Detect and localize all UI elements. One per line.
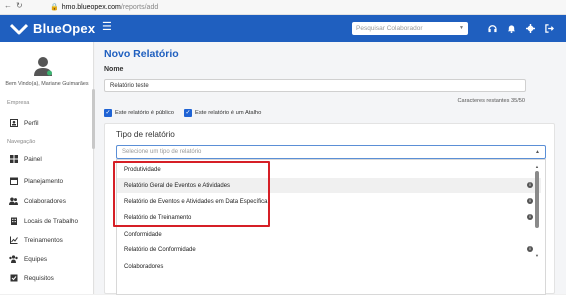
info-icon[interactable]: i xyxy=(527,214,533,220)
dashboard-icon xyxy=(9,155,18,164)
dropdown-scrollbar[interactable] xyxy=(535,171,539,228)
chevron-up-icon: ▲ xyxy=(535,149,540,155)
section-empresa: Empresa xyxy=(7,100,30,106)
lock-icon: 🔒 xyxy=(50,4,59,11)
brand-logo[interactable]: BlueOpex xyxy=(9,20,96,37)
gear-icon[interactable] xyxy=(525,22,535,34)
url-path: /reports/add xyxy=(120,3,159,11)
sidebar-item-treinamentos[interactable]: Treinamentos xyxy=(9,235,63,245)
sidebar-item-locais[interactable]: Locais de Trabalho xyxy=(9,216,78,226)
shortcut-checkbox-label: Este relatório é um Atalho xyxy=(195,110,262,116)
sidebar-item-planejamento[interactable]: Planejamento xyxy=(9,176,63,186)
chars-remaining: Caracteres restantes 35/50 xyxy=(457,98,525,104)
shortcut-checkbox[interactable]: ✓ Este relatório é um Atalho xyxy=(184,109,261,117)
report-type-title: Tipo de relatório xyxy=(116,130,175,139)
sidebar-item-label: Equipes xyxy=(24,255,48,263)
logout-icon[interactable] xyxy=(544,22,554,34)
bell-icon[interactable] xyxy=(506,22,516,34)
profile-icon xyxy=(9,119,18,128)
dropdown-group-conformidade: Conformidade xyxy=(117,227,541,242)
logo-icon xyxy=(9,22,29,36)
sidebar-item-label: Painel xyxy=(24,155,42,163)
search-collaborator-select[interactable]: Pesquisar Colaborador ▼ xyxy=(352,22,468,35)
name-input[interactable]: Relatório teste xyxy=(104,79,526,92)
sidebar-item-label: Colaboradores xyxy=(24,197,66,205)
sidebar-item-label: Planejamento xyxy=(24,177,64,185)
welcome-text: Bem Vindo(a), Mariane Guimarães xyxy=(5,81,89,87)
building-icon xyxy=(9,217,18,226)
dropdown-scroll-down-icon[interactable]: ▼ xyxy=(535,253,539,258)
sidebar-item-painel[interactable]: Painel xyxy=(9,154,42,164)
sidebar-item-label: Locais de Trabalho xyxy=(24,217,79,225)
check-icon: ✓ xyxy=(184,109,192,117)
check-icon: ✓ xyxy=(104,109,112,117)
report-type-select[interactable]: Selecione um tipo de relatório ▲ xyxy=(116,145,546,159)
option-label: Colaboradores xyxy=(124,263,164,270)
checklist-icon xyxy=(9,274,18,283)
search-placeholder: Pesquisar Colaborador xyxy=(356,25,423,32)
page-title: Novo Relatório xyxy=(104,48,179,60)
browser-window: ← ↻ 🔒 hmo.blueopex.com/reports/add BlueO… xyxy=(0,0,566,295)
topbar-icons xyxy=(487,22,554,34)
sidebar-item-requisitos[interactable]: Requisitos xyxy=(9,273,54,283)
name-input-value: Relatório teste xyxy=(110,82,149,89)
sidebar-item-label: Requisitos xyxy=(24,274,54,282)
back-icon[interactable]: ← xyxy=(4,1,12,10)
public-checkbox[interactable]: ✓ Este relatório é público xyxy=(104,109,174,117)
browser-url-bar: ← ↻ 🔒 hmo.blueopex.com/reports/add xyxy=(0,0,566,15)
report-type-placeholder: Selecione um tipo de relatório xyxy=(122,149,202,155)
dropdown-group-colaboradores: Colaboradores xyxy=(117,259,541,274)
dropdown-option-conformidade[interactable]: Relatório de Conformidade i xyxy=(117,242,541,257)
info-icon[interactable]: i xyxy=(527,198,533,204)
sidebar-item-perfil[interactable]: Perfil xyxy=(9,118,39,128)
chart-icon xyxy=(9,236,18,245)
public-checkbox-label: Este relatório é público xyxy=(115,110,174,116)
sidebar-item-label: Treinamentos xyxy=(24,236,63,244)
calendar-icon xyxy=(9,177,18,186)
users-icon xyxy=(9,197,18,206)
url-host: hmo.blueopex.com xyxy=(61,3,121,11)
avatar[interactable] xyxy=(32,55,54,77)
browser-nav-buttons: ← ↻ xyxy=(4,1,23,10)
info-icon[interactable]: i xyxy=(527,182,533,188)
info-icon[interactable]: i xyxy=(527,246,533,252)
app-topbar: BlueOpex ☰ Pesquisar Colaborador ▼ xyxy=(0,15,566,42)
refresh-icon[interactable]: ↻ xyxy=(16,1,23,10)
chevron-down-icon: ▼ xyxy=(459,25,464,31)
headset-icon[interactable] xyxy=(487,22,497,34)
brand-name: BlueOpex xyxy=(33,21,96,36)
address-bar[interactable]: 🔒 hmo.blueopex.com/reports/add xyxy=(50,1,566,13)
sidebar-item-equipes[interactable]: Equipes xyxy=(9,254,47,264)
option-label: Conformidade xyxy=(124,231,162,238)
annotation-highlight-box xyxy=(113,161,270,227)
menu-toggle-icon[interactable]: ☰ xyxy=(102,22,112,33)
sidebar-item-colaboradores[interactable]: Colaboradores xyxy=(9,196,66,206)
name-label: Nome xyxy=(104,66,124,73)
section-navegacao: Navegação xyxy=(7,139,36,145)
dropdown-scroll-up-icon[interactable]: ▲ xyxy=(535,164,539,169)
team-icon xyxy=(9,255,18,264)
sidebar: Bem Vindo(a), Mariane Guimarães Empresa … xyxy=(0,42,95,294)
option-label: Relatório de Conformidade xyxy=(124,246,196,253)
sidebar-item-label: Perfil xyxy=(24,119,39,127)
